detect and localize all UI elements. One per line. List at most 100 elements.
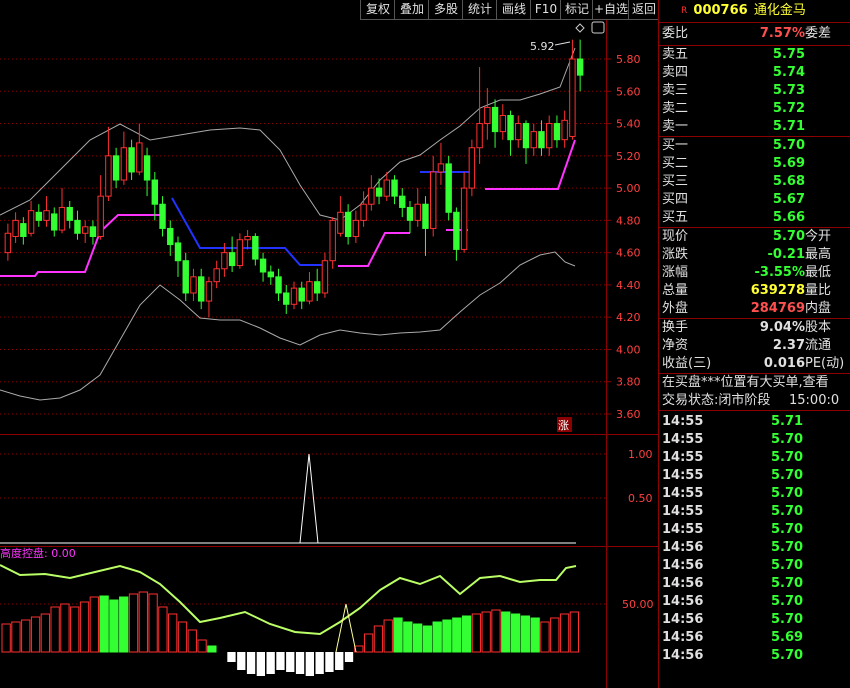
tick-row: 14:55 5.70 [659,431,850,449]
candle-body [569,58,576,137]
ask-row-label: 卖二 [662,101,689,116]
stat-row-secondary-label: 今开 [805,229,832,244]
candle-body [538,131,545,149]
support-line-magenta [338,232,410,267]
tick-price: 5.70 [771,432,804,447]
stat-row: 涨跌 -0.21 最高 [659,246,850,264]
control-bar [520,615,531,653]
candle-body [530,131,537,149]
candle-body [151,179,159,205]
control-bar [60,603,70,653]
candle-body [51,213,58,231]
control-bar [510,613,521,653]
candle-body [81,226,89,234]
candle-body [576,58,584,76]
price-axis-label: 4.20 [616,311,641,324]
tick-price: 5.70 [771,648,804,663]
trade-status-label: 交易状态: [662,393,719,408]
stat-row-label: 总量 [662,283,689,298]
candle-body [360,203,367,221]
tick-price: 5.70 [771,450,804,465]
stat-row-value: -0.21 [767,247,805,262]
price-axis-label: 3.80 [616,376,641,389]
candle-body [58,206,66,231]
stat-row: 外盘 284769 内盘 [659,300,850,318]
candle-body [321,260,329,294]
control-bar-negative [344,652,354,662]
tick-time: 14:56 [662,612,704,627]
candle-body [143,155,151,181]
tick-list[interactable]: 14:55 5.71 14:55 5.70 14:55 5.70 14:55 5.70 14:5… [659,411,850,665]
stock-flag: R [681,6,688,16]
control-bar [207,645,217,653]
control-bar [50,606,60,653]
stat-row: 收益(三) 0.016 PE(动) [659,355,850,373]
big-order-notice[interactable]: 在买盘***位置有大买单,查看 [662,374,829,392]
stat-row-label: 收益(三) [662,356,712,371]
candle-body [197,276,205,302]
tick-row: 14:56 5.69 [659,629,850,647]
price-axis-label: 4.40 [616,279,641,292]
candle-body [352,219,360,237]
stat-row-secondary-label: 最高 [805,247,832,262]
candle-body [399,195,406,208]
kline-chart-area: 5.80 5.60 5.40 5.20 5.00 4.80 4.60 4.40 4.20 4.00… [0,20,658,688]
tick-price: 5.70 [771,540,804,555]
candle-body [66,206,73,221]
stat-row: 换手 9.04% 股本 [659,319,850,337]
control-axis-label: 50.00 [622,598,654,611]
control-bar [471,613,482,653]
upper-band-line [0,47,576,221]
stat-row: 涨幅 -3.55% 最低 [659,264,850,282]
tick-row: 14:55 5.71 [659,413,850,431]
control-bar [70,606,80,653]
candle-body [159,203,166,229]
candle-body [468,147,476,189]
candle-body [499,114,507,133]
trade-status-value: 闭市阶段 [718,393,771,408]
candle-body [228,252,236,267]
tick-row: 14:56 5.70 [659,575,850,593]
control-bar-negative [237,652,246,670]
candle-body [383,179,391,197]
stat-row-value: -3.55% [754,265,806,280]
candle-body [391,179,398,197]
stat-row-label: 现价 [662,229,689,244]
tick-row: 14:55 5.70 [659,503,850,521]
price-axis-label: 5.80 [616,53,641,66]
tick-price: 5.70 [771,594,804,609]
stat-row-label: 净资 [662,338,689,353]
ask-row-label: 卖四 [662,65,689,80]
control-bar [158,606,168,653]
control-bar [197,639,207,653]
candle-body [283,292,290,305]
candle-body [515,123,522,141]
candle-body [290,287,298,305]
candle-body [344,211,352,238]
control-bar [1,623,11,653]
stock-code: 000766 [693,3,748,18]
tick-time: 14:56 [662,594,704,609]
bid-row-value: 5.67 [772,192,805,207]
candle-body [89,226,97,237]
notice-row[interactable]: 在买盘***位置有大买单,查看 [659,373,850,392]
control-bar [501,611,511,653]
tick-time: 14:55 [662,414,704,429]
zhang-badge: 涨 [558,419,569,432]
control-bar-negative [305,652,314,676]
candle-body [128,147,135,173]
stock-name: 通化金马 [753,3,806,18]
candle-body [445,163,452,213]
tick-row: 14:55 5.70 [659,467,850,485]
tick-price: 5.71 [771,414,804,429]
candle-body [422,203,429,229]
bid-row-value: 5.68 [772,174,805,189]
candle-body [561,119,568,141]
control-bar-negative [246,652,256,674]
control-bar [138,591,148,653]
candle-body [43,210,50,221]
bid-row-label: 买四 [662,192,689,207]
candle-body [329,219,336,262]
tick-row: 14:56 5.70 [659,611,850,629]
control-bar [177,621,188,653]
